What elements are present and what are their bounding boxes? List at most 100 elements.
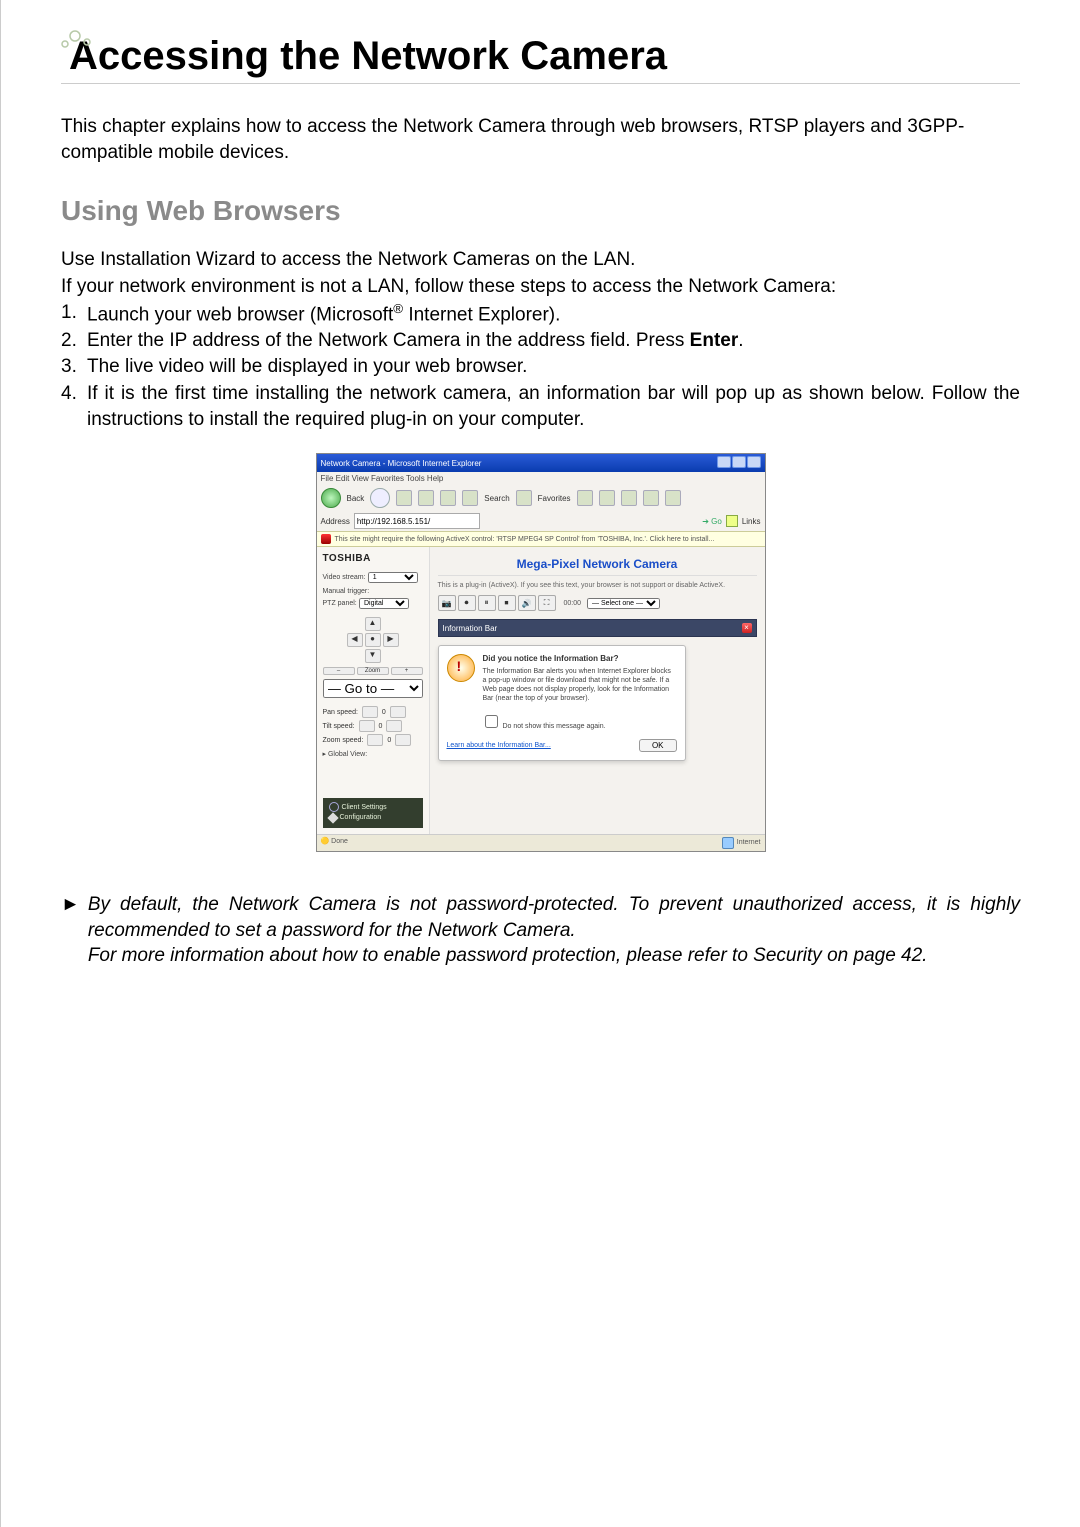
tilt-speed-dec[interactable]: [359, 720, 375, 732]
internet-zone-icon: [722, 837, 734, 849]
infobar-text: This site might require the following Ac…: [335, 536, 715, 543]
pan-speed-row: Pan speed: 0: [323, 706, 423, 718]
zoom-speed-dec[interactable]: [367, 734, 383, 746]
tilt-speed-inc[interactable]: [386, 720, 402, 732]
print-icon[interactable]: [643, 490, 659, 506]
dont-show-again-checkbox[interactable]: [485, 715, 498, 728]
embedded-screenshot: Network Camera - Microsoft Internet Expl…: [316, 453, 766, 852]
fullscreen-icon[interactable]: ⛶: [538, 595, 556, 611]
back-label: Back: [347, 494, 365, 503]
tilt-speed-label: Tilt speed:: [323, 723, 355, 730]
zoom-speed-label: Zoom speed:: [323, 737, 364, 744]
ie-information-bar[interactable]: This site might require the following Ac…: [317, 531, 765, 547]
brand-logo: TOSHIBA: [323, 553, 423, 564]
manual-trigger-row: Manual trigger:: [323, 586, 423, 595]
information-bar-dialog: Did you notice the Information Bar? The …: [438, 645, 686, 760]
pan-speed-dec[interactable]: [362, 706, 378, 718]
favorites-label: Favorites: [538, 494, 571, 503]
elapsed-time: 00:00: [564, 600, 582, 607]
pause-icon[interactable]: ⏸: [478, 595, 496, 611]
media-icon[interactable]: [577, 490, 593, 506]
note-block: ► By default, the Network Camera is not …: [61, 892, 1020, 969]
mail-icon[interactable]: [621, 490, 637, 506]
note-line-2: For more information about how to enable…: [88, 945, 928, 966]
ie-toolbar: Back Search Favorites: [317, 485, 765, 511]
edit-icon[interactable]: [665, 490, 681, 506]
stream-select[interactable]: — Select one —: [587, 598, 660, 609]
zoom-in-button[interactable]: +: [391, 667, 423, 675]
rec-icon[interactable]: ⏺: [458, 595, 476, 611]
home-icon[interactable]: [440, 490, 456, 506]
search-label: Search: [484, 494, 509, 503]
ie-statusbar: 🟡 Done Internet: [317, 834, 765, 851]
search-icon[interactable]: [462, 490, 478, 506]
video-stream-select[interactable]: 1: [368, 572, 418, 583]
note-body: By default, the Network Camera is not pa…: [88, 892, 1020, 969]
shield-icon: [321, 534, 331, 544]
plugin-notice: This is a plug-in (ActiveX). If you see …: [438, 582, 757, 589]
camera-sidebar: TOSHIBA Video stream: 1 Manual trigger: …: [317, 547, 430, 834]
refresh-icon[interactable]: [418, 490, 434, 506]
zoom-out-button[interactable]: –: [323, 667, 355, 675]
ptz-right-button[interactable]: ▶: [383, 633, 399, 647]
ie-titlebar: Network Camera - Microsoft Internet Expl…: [317, 454, 765, 472]
step-number: 3.: [61, 354, 87, 380]
sidebar-bottom-links: Client Settings Configuration: [323, 798, 423, 828]
goto-preset-select[interactable]: — Go to —: [323, 679, 423, 698]
zoom-label: Zoom: [357, 667, 389, 675]
ie-address-bar: Address ➔ Go Links: [317, 511, 765, 531]
step-number: 2.: [61, 328, 87, 354]
window-buttons[interactable]: [716, 456, 761, 470]
volume-icon[interactable]: 🔊: [518, 595, 536, 611]
client-settings-link[interactable]: Client Settings: [329, 802, 417, 813]
snapshot-icon[interactable]: 📷: [438, 595, 456, 611]
configuration-link[interactable]: Configuration: [329, 813, 417, 824]
ptz-left-button[interactable]: ◀: [347, 633, 363, 647]
links-icon[interactable]: [726, 515, 738, 527]
ptz-down-button[interactable]: ▼: [365, 649, 381, 663]
chapter-heading-wrap: Accessing the Network Camera: [61, 34, 1020, 84]
status-right: Internet: [722, 837, 761, 849]
ok-button[interactable]: OK: [639, 739, 677, 752]
gear-icon: [329, 802, 339, 812]
step-number: 4.: [61, 381, 87, 433]
learn-more-link[interactable]: Learn about the Information Bar...: [447, 742, 551, 749]
go-button[interactable]: ➔ Go: [702, 517, 722, 526]
tilt-speed-value: 0: [379, 723, 383, 730]
stop-icon[interactable]: [396, 490, 412, 506]
video-close-icon[interactable]: ×: [742, 623, 752, 633]
stop-icon[interactable]: ⏹: [498, 595, 516, 611]
ptz-pad: ▲ ◀●▶ ▼ – Zoom + — Go to —: [323, 617, 423, 698]
step-3: 3. The live video will be displayed in y…: [61, 354, 1020, 380]
ie-menubar[interactable]: File Edit View Favorites Tools Help: [317, 472, 765, 485]
ptz-up-button[interactable]: ▲: [365, 617, 381, 631]
zoom-speed-row: Zoom speed:0: [323, 734, 423, 746]
history-icon[interactable]: [599, 490, 615, 506]
favorites-icon[interactable]: [516, 490, 532, 506]
pan-speed-inc[interactable]: [390, 706, 406, 718]
zoom-speed-inc[interactable]: [395, 734, 411, 746]
address-label: Address: [321, 517, 350, 526]
links-label: Links: [742, 517, 761, 526]
status-left: 🟡 Done: [321, 837, 348, 849]
ptz-panel-select[interactable]: Digital: [359, 598, 409, 609]
pan-speed-label: Pan speed:: [323, 709, 358, 716]
section-title-using-web-browsers: Using Web Browsers: [61, 195, 1020, 227]
step-text: Enter the IP address of the Network Came…: [87, 328, 1020, 354]
step-2: 2. Enter the IP address of the Network C…: [61, 328, 1020, 354]
back-button[interactable]: [321, 488, 341, 508]
step-text: The live video will be displayed in your…: [87, 354, 1020, 380]
ie-window-title: Network Camera - Microsoft Internet Expl…: [321, 459, 482, 468]
dialog-checkbox-row: Do not show this message again.: [481, 712, 677, 731]
chapter-intro: This chapter explains how to access the …: [61, 114, 1020, 165]
forward-button[interactable]: [370, 488, 390, 508]
close-icon[interactable]: [747, 456, 761, 468]
step-1: 1. Launch your web browser (Microsoft® I…: [61, 300, 1020, 329]
ptz-home-button[interactable]: ●: [365, 633, 381, 647]
registered-mark: ®: [393, 301, 403, 316]
maximize-icon[interactable]: [732, 456, 746, 468]
address-input[interactable]: [354, 513, 480, 529]
minimize-icon[interactable]: [717, 456, 731, 468]
ptz-panel-row: PTZ panel: Digital: [323, 598, 423, 609]
pan-speed-value: 0: [382, 709, 386, 716]
